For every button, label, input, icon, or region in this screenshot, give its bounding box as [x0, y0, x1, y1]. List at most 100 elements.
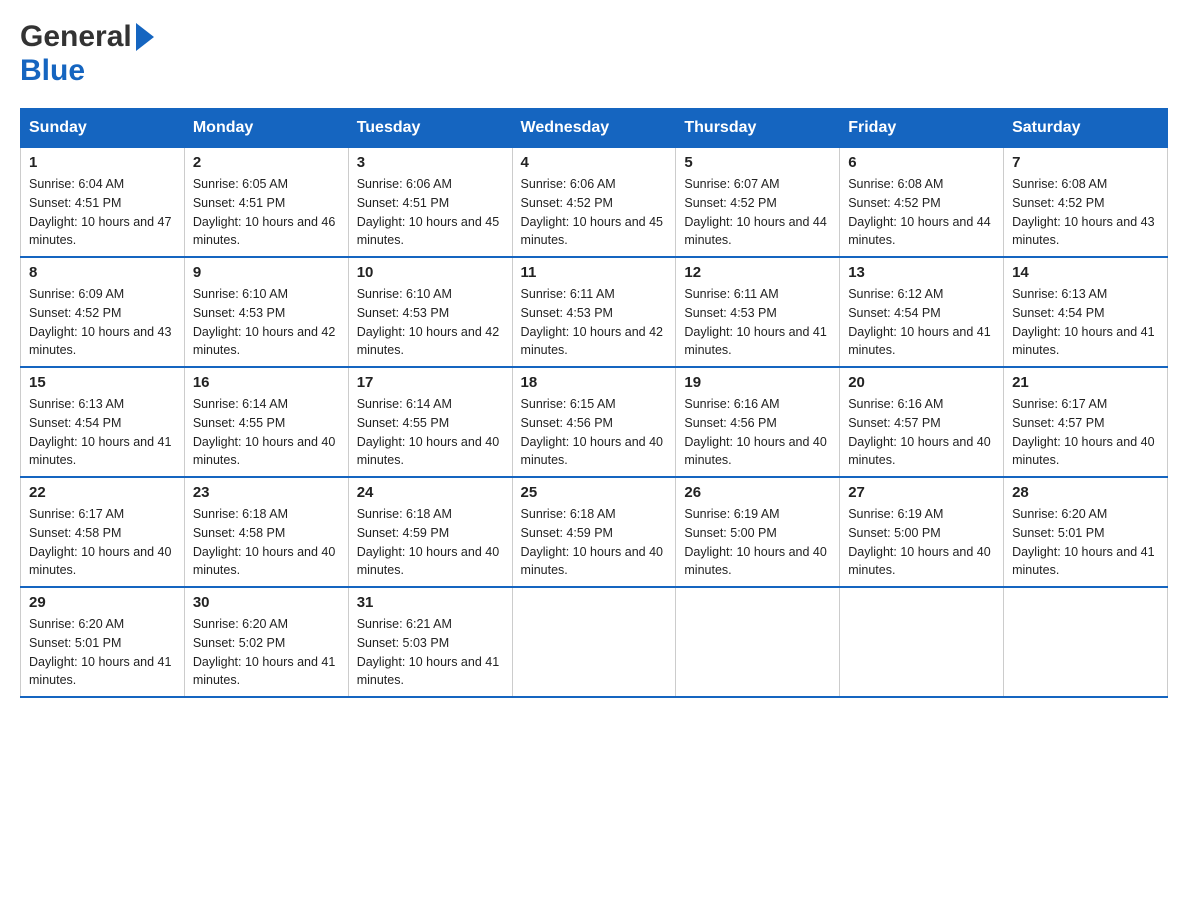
day-info: Sunrise: 6:06 AM Sunset: 4:51 PM Dayligh… — [357, 175, 504, 250]
day-header-saturday: Saturday — [1004, 109, 1168, 148]
calendar-cell: 14 Sunrise: 6:13 AM Sunset: 4:54 PM Dayl… — [1004, 257, 1168, 367]
day-number: 26 — [684, 484, 831, 501]
day-number: 13 — [848, 264, 995, 281]
calendar-week-row: 8 Sunrise: 6:09 AM Sunset: 4:52 PM Dayli… — [21, 257, 1168, 367]
calendar-cell: 27 Sunrise: 6:19 AM Sunset: 5:00 PM Dayl… — [840, 477, 1004, 587]
calendar-cell — [840, 587, 1004, 697]
day-number: 27 — [848, 484, 995, 501]
calendar-cell: 5 Sunrise: 6:07 AM Sunset: 4:52 PM Dayli… — [676, 148, 840, 258]
day-info: Sunrise: 6:15 AM Sunset: 4:56 PM Dayligh… — [521, 395, 668, 470]
logo: General Blue — [20, 20, 154, 88]
calendar-cell: 17 Sunrise: 6:14 AM Sunset: 4:55 PM Dayl… — [348, 367, 512, 477]
day-number: 31 — [357, 594, 504, 611]
page-header: General Blue — [20, 20, 1168, 88]
day-number: 2 — [193, 154, 340, 171]
day-info: Sunrise: 6:10 AM Sunset: 4:53 PM Dayligh… — [193, 285, 340, 360]
day-number: 5 — [684, 154, 831, 171]
day-info: Sunrise: 6:13 AM Sunset: 4:54 PM Dayligh… — [29, 395, 176, 470]
day-number: 22 — [29, 484, 176, 501]
day-header-thursday: Thursday — [676, 109, 840, 148]
day-info: Sunrise: 6:07 AM Sunset: 4:52 PM Dayligh… — [684, 175, 831, 250]
calendar-cell: 1 Sunrise: 6:04 AM Sunset: 4:51 PM Dayli… — [21, 148, 185, 258]
calendar-cell — [676, 587, 840, 697]
calendar-cell: 2 Sunrise: 6:05 AM Sunset: 4:51 PM Dayli… — [184, 148, 348, 258]
calendar-week-row: 1 Sunrise: 6:04 AM Sunset: 4:51 PM Dayli… — [21, 148, 1168, 258]
day-info: Sunrise: 6:18 AM Sunset: 4:59 PM Dayligh… — [521, 505, 668, 580]
calendar-table: SundayMondayTuesdayWednesdayThursdayFrid… — [20, 108, 1168, 698]
day-header-monday: Monday — [184, 109, 348, 148]
calendar-cell: 4 Sunrise: 6:06 AM Sunset: 4:52 PM Dayli… — [512, 148, 676, 258]
calendar-cell: 8 Sunrise: 6:09 AM Sunset: 4:52 PM Dayli… — [21, 257, 185, 367]
day-number: 16 — [193, 374, 340, 391]
day-info: Sunrise: 6:19 AM Sunset: 5:00 PM Dayligh… — [848, 505, 995, 580]
calendar-cell: 6 Sunrise: 6:08 AM Sunset: 4:52 PM Dayli… — [840, 148, 1004, 258]
day-header-friday: Friday — [840, 109, 1004, 148]
day-number: 12 — [684, 264, 831, 281]
calendar-cell: 24 Sunrise: 6:18 AM Sunset: 4:59 PM Dayl… — [348, 477, 512, 587]
calendar-cell: 29 Sunrise: 6:20 AM Sunset: 5:01 PM Dayl… — [21, 587, 185, 697]
day-info: Sunrise: 6:19 AM Sunset: 5:00 PM Dayligh… — [684, 505, 831, 580]
day-number: 28 — [1012, 484, 1159, 501]
logo-blue-text: Blue — [20, 54, 85, 87]
day-info: Sunrise: 6:17 AM Sunset: 4:57 PM Dayligh… — [1012, 395, 1159, 470]
calendar-cell: 25 Sunrise: 6:18 AM Sunset: 4:59 PM Dayl… — [512, 477, 676, 587]
calendar-header-row: SundayMondayTuesdayWednesdayThursdayFrid… — [21, 109, 1168, 148]
day-info: Sunrise: 6:08 AM Sunset: 4:52 PM Dayligh… — [1012, 175, 1159, 250]
calendar-cell: 31 Sunrise: 6:21 AM Sunset: 5:03 PM Dayl… — [348, 587, 512, 697]
calendar-cell — [1004, 587, 1168, 697]
day-info: Sunrise: 6:20 AM Sunset: 5:02 PM Dayligh… — [193, 615, 340, 690]
day-number: 25 — [521, 484, 668, 501]
day-number: 4 — [521, 154, 668, 171]
day-info: Sunrise: 6:13 AM Sunset: 4:54 PM Dayligh… — [1012, 285, 1159, 360]
calendar-cell: 13 Sunrise: 6:12 AM Sunset: 4:54 PM Dayl… — [840, 257, 1004, 367]
day-info: Sunrise: 6:14 AM Sunset: 4:55 PM Dayligh… — [357, 395, 504, 470]
day-number: 10 — [357, 264, 504, 281]
day-number: 18 — [521, 374, 668, 391]
calendar-cell: 3 Sunrise: 6:06 AM Sunset: 4:51 PM Dayli… — [348, 148, 512, 258]
calendar-cell: 12 Sunrise: 6:11 AM Sunset: 4:53 PM Dayl… — [676, 257, 840, 367]
calendar-cell: 18 Sunrise: 6:15 AM Sunset: 4:56 PM Dayl… — [512, 367, 676, 477]
day-info: Sunrise: 6:11 AM Sunset: 4:53 PM Dayligh… — [521, 285, 668, 360]
day-number: 24 — [357, 484, 504, 501]
calendar-cell: 23 Sunrise: 6:18 AM Sunset: 4:58 PM Dayl… — [184, 477, 348, 587]
calendar-cell: 26 Sunrise: 6:19 AM Sunset: 5:00 PM Dayl… — [676, 477, 840, 587]
day-info: Sunrise: 6:08 AM Sunset: 4:52 PM Dayligh… — [848, 175, 995, 250]
calendar-week-row: 15 Sunrise: 6:13 AM Sunset: 4:54 PM Dayl… — [21, 367, 1168, 477]
day-number: 19 — [684, 374, 831, 391]
day-header-tuesday: Tuesday — [348, 109, 512, 148]
day-info: Sunrise: 6:17 AM Sunset: 4:58 PM Dayligh… — [29, 505, 176, 580]
day-number: 20 — [848, 374, 995, 391]
day-info: Sunrise: 6:21 AM Sunset: 5:03 PM Dayligh… — [357, 615, 504, 690]
calendar-cell: 16 Sunrise: 6:14 AM Sunset: 4:55 PM Dayl… — [184, 367, 348, 477]
calendar-cell — [512, 587, 676, 697]
calendar-week-row: 29 Sunrise: 6:20 AM Sunset: 5:01 PM Dayl… — [21, 587, 1168, 697]
calendar-cell: 21 Sunrise: 6:17 AM Sunset: 4:57 PM Dayl… — [1004, 367, 1168, 477]
calendar-cell: 30 Sunrise: 6:20 AM Sunset: 5:02 PM Dayl… — [184, 587, 348, 697]
day-info: Sunrise: 6:04 AM Sunset: 4:51 PM Dayligh… — [29, 175, 176, 250]
day-info: Sunrise: 6:09 AM Sunset: 4:52 PM Dayligh… — [29, 285, 176, 360]
day-number: 7 — [1012, 154, 1159, 171]
day-info: Sunrise: 6:20 AM Sunset: 5:01 PM Dayligh… — [1012, 505, 1159, 580]
day-info: Sunrise: 6:14 AM Sunset: 4:55 PM Dayligh… — [193, 395, 340, 470]
day-info: Sunrise: 6:18 AM Sunset: 4:58 PM Dayligh… — [193, 505, 340, 580]
day-info: Sunrise: 6:10 AM Sunset: 4:53 PM Dayligh… — [357, 285, 504, 360]
day-info: Sunrise: 6:20 AM Sunset: 5:01 PM Dayligh… — [29, 615, 176, 690]
day-info: Sunrise: 6:18 AM Sunset: 4:59 PM Dayligh… — [357, 505, 504, 580]
day-number: 15 — [29, 374, 176, 391]
day-number: 3 — [357, 154, 504, 171]
calendar-cell: 15 Sunrise: 6:13 AM Sunset: 4:54 PM Dayl… — [21, 367, 185, 477]
calendar-cell: 28 Sunrise: 6:20 AM Sunset: 5:01 PM Dayl… — [1004, 477, 1168, 587]
day-number: 30 — [193, 594, 340, 611]
day-header-wednesday: Wednesday — [512, 109, 676, 148]
day-info: Sunrise: 6:12 AM Sunset: 4:54 PM Dayligh… — [848, 285, 995, 360]
day-number: 6 — [848, 154, 995, 171]
day-number: 17 — [357, 374, 504, 391]
calendar-week-row: 22 Sunrise: 6:17 AM Sunset: 4:58 PM Dayl… — [21, 477, 1168, 587]
day-number: 1 — [29, 154, 176, 171]
calendar-cell: 22 Sunrise: 6:17 AM Sunset: 4:58 PM Dayl… — [21, 477, 185, 587]
logo-arrow-icon — [136, 23, 154, 51]
day-info: Sunrise: 6:16 AM Sunset: 4:56 PM Dayligh… — [684, 395, 831, 470]
day-number: 14 — [1012, 264, 1159, 281]
day-info: Sunrise: 6:16 AM Sunset: 4:57 PM Dayligh… — [848, 395, 995, 470]
logo-general-text: General — [20, 20, 132, 54]
